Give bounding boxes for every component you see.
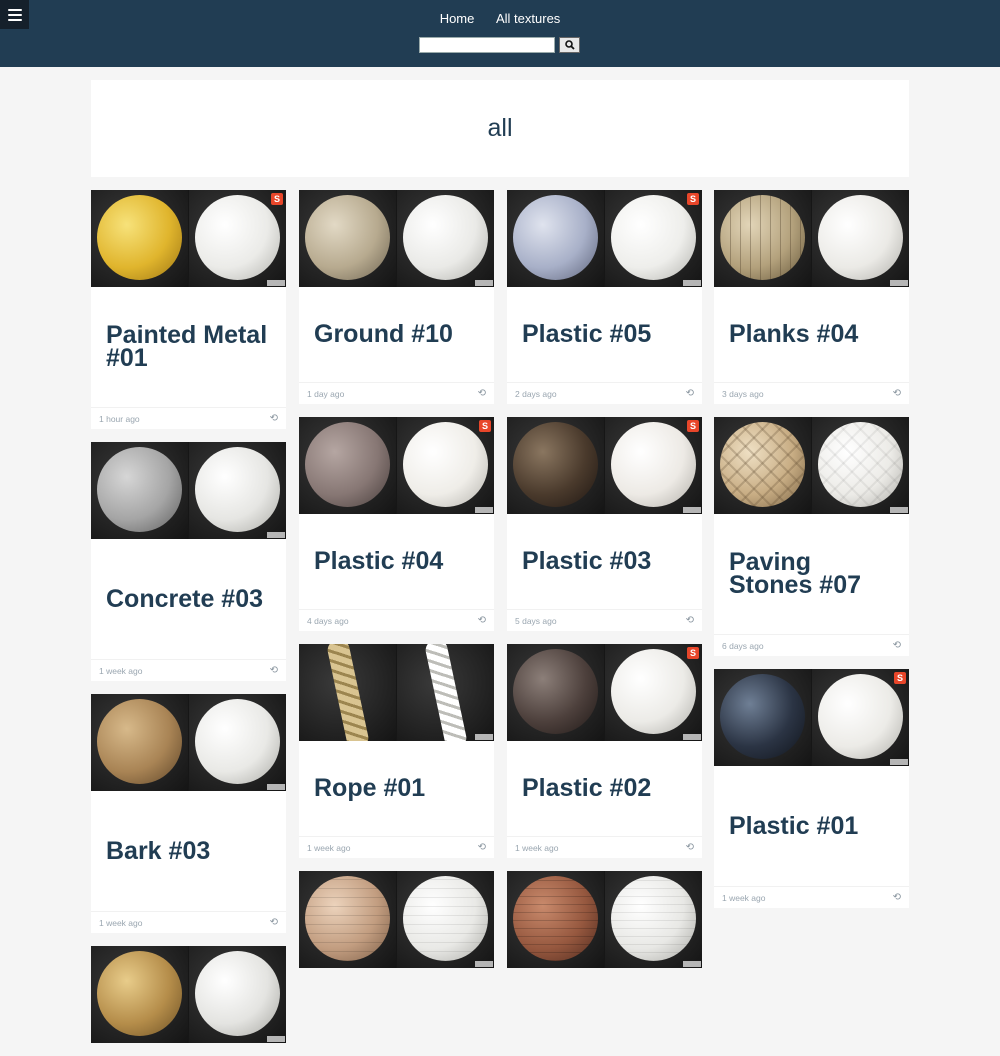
timestamp: 1 hour ago bbox=[99, 413, 140, 424]
refresh-icon[interactable]: ⟲ bbox=[686, 388, 694, 399]
texture-title[interactable]: Bark #03 bbox=[106, 838, 210, 863]
texture-preview[interactable]: S bbox=[299, 417, 494, 514]
card-column: Planks #04 3 days ago ⟲ Paving Stones #07… bbox=[714, 190, 909, 921]
texture-preview[interactable] bbox=[299, 190, 494, 287]
texture-title[interactable]: Ground #10 bbox=[314, 322, 453, 347]
texture-title[interactable]: Plastic #01 bbox=[729, 813, 858, 838]
nav-home-link[interactable]: Home bbox=[440, 11, 475, 26]
refresh-icon[interactable]: ⟲ bbox=[893, 388, 901, 399]
texture-preview[interactable]: S bbox=[714, 669, 909, 766]
texture-card[interactable] bbox=[299, 871, 494, 968]
refresh-icon[interactable]: ⟲ bbox=[478, 388, 486, 399]
texture-card[interactable]: S Plastic #03 5 days ago ⟲ bbox=[507, 417, 702, 631]
main-nav: Home All textures bbox=[0, 11, 1000, 26]
texture-card[interactable]: Rope #01 1 week ago ⟲ bbox=[299, 644, 494, 858]
texture-preview[interactable] bbox=[91, 694, 286, 791]
timestamp: 1 week ago bbox=[515, 842, 559, 853]
texture-title[interactable]: Painted Metal #01 bbox=[106, 323, 271, 371]
texture-preview[interactable] bbox=[299, 644, 494, 741]
search-form bbox=[419, 37, 580, 53]
timestamp: 1 day ago bbox=[307, 388, 345, 399]
texture-title[interactable]: Plastic #02 bbox=[522, 776, 651, 801]
refresh-icon[interactable]: ⟲ bbox=[686, 842, 694, 853]
substance-badge-icon: S bbox=[894, 672, 906, 684]
texture-card[interactable]: Bark #03 1 week ago ⟲ bbox=[91, 694, 286, 933]
refresh-icon[interactable]: ⟲ bbox=[270, 413, 278, 424]
substance-badge-icon: S bbox=[271, 193, 283, 205]
texture-card[interactable] bbox=[507, 871, 702, 968]
texture-preview[interactable] bbox=[299, 871, 494, 968]
texture-card[interactable]: Concrete #03 1 week ago ⟲ bbox=[91, 442, 286, 681]
page-title: all bbox=[487, 114, 513, 142]
timestamp: 6 days ago bbox=[722, 640, 764, 651]
texture-card[interactable]: S Plastic #02 1 week ago ⟲ bbox=[507, 644, 702, 858]
texture-preview[interactable]: S bbox=[507, 190, 702, 287]
magnifier-icon bbox=[564, 40, 575, 50]
texture-title[interactable]: Plastic #04 bbox=[314, 549, 443, 574]
nav-all-textures-link[interactable]: All textures bbox=[496, 11, 560, 26]
texture-title[interactable]: Paving Stones #07 bbox=[729, 550, 894, 598]
refresh-icon[interactable]: ⟲ bbox=[478, 615, 486, 626]
refresh-icon[interactable]: ⟲ bbox=[893, 640, 901, 651]
timestamp: 3 days ago bbox=[722, 388, 764, 399]
refresh-icon[interactable]: ⟲ bbox=[686, 615, 694, 626]
search-input[interactable] bbox=[419, 37, 555, 53]
texture-title[interactable]: Plastic #05 bbox=[522, 322, 651, 347]
texture-preview[interactable]: S bbox=[507, 644, 702, 741]
texture-title[interactable]: Plastic #03 bbox=[522, 549, 651, 574]
texture-preview[interactable] bbox=[507, 871, 702, 968]
timestamp: 5 days ago bbox=[515, 615, 557, 626]
timestamp: 1 week ago bbox=[722, 892, 766, 903]
timestamp: 1 week ago bbox=[99, 917, 143, 928]
card-column: S Painted Metal #01 1 hour ago ⟲ Concrete… bbox=[91, 190, 286, 1056]
texture-card[interactable]: Ground #10 1 day ago ⟲ bbox=[299, 190, 494, 404]
timestamp: 1 week ago bbox=[307, 842, 351, 853]
texture-card[interactable]: S Painted Metal #01 1 hour ago ⟲ bbox=[91, 190, 286, 429]
substance-badge-icon: S bbox=[687, 193, 699, 205]
refresh-icon[interactable]: ⟲ bbox=[270, 665, 278, 676]
texture-preview[interactable]: S bbox=[507, 417, 702, 514]
refresh-icon[interactable]: ⟲ bbox=[270, 917, 278, 928]
texture-preview[interactable] bbox=[91, 442, 286, 539]
texture-preview[interactable] bbox=[91, 946, 286, 1043]
texture-preview[interactable]: S bbox=[91, 190, 286, 287]
refresh-icon[interactable]: ⟲ bbox=[893, 892, 901, 903]
timestamp: 2 days ago bbox=[515, 388, 557, 399]
substance-badge-icon: S bbox=[687, 647, 699, 659]
texture-card[interactable]: S Plastic #04 4 days ago ⟲ bbox=[299, 417, 494, 631]
texture-title[interactable]: Planks #04 bbox=[729, 322, 858, 347]
timestamp: 1 week ago bbox=[99, 665, 143, 676]
texture-card[interactable]: S Plastic #05 2 days ago ⟲ bbox=[507, 190, 702, 404]
substance-badge-icon: S bbox=[687, 420, 699, 432]
texture-card[interactable]: S Plastic #01 1 week ago ⟲ bbox=[714, 669, 909, 908]
page-title-box: all bbox=[91, 80, 909, 177]
top-navigation-bar: Home All textures bbox=[0, 0, 1000, 67]
texture-preview[interactable] bbox=[714, 190, 909, 287]
search-button[interactable] bbox=[559, 37, 580, 53]
texture-card[interactable]: Paving Stones #07 6 days ago ⟲ bbox=[714, 417, 909, 656]
card-column: S Plastic #05 2 days ago ⟲ S Plastic #03 … bbox=[507, 190, 702, 981]
substance-badge-icon: S bbox=[479, 420, 491, 432]
refresh-icon[interactable]: ⟲ bbox=[478, 842, 486, 853]
texture-title[interactable]: Rope #01 bbox=[314, 776, 425, 801]
texture-card[interactable] bbox=[91, 946, 286, 1043]
texture-preview[interactable] bbox=[714, 417, 909, 514]
texture-title[interactable]: Concrete #03 bbox=[106, 586, 263, 611]
card-column: Ground #10 1 day ago ⟲ S Plastic #04 4 da… bbox=[299, 190, 494, 981]
timestamp: 4 days ago bbox=[307, 615, 349, 626]
texture-card[interactable]: Planks #04 3 days ago ⟲ bbox=[714, 190, 909, 404]
